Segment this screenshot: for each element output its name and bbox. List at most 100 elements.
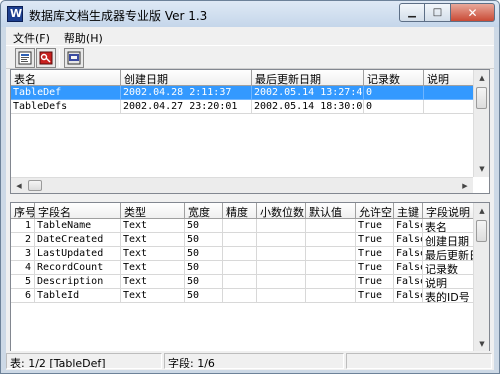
tables-header-created[interactable]: 创建日期	[121, 70, 252, 86]
tables-header-desc[interactable]: 说明	[424, 70, 476, 86]
field-row[interactable]: 2DateCreatedText50 TrueFalse创建日期	[11, 233, 476, 247]
tables-horizontal-scrollbar[interactable]: ◀ ▶	[11, 177, 473, 193]
menu-file[interactable]: 文件(F)	[6, 27, 57, 45]
status-field-info: 字段: 1/6	[164, 353, 344, 369]
scroll-up-icon[interactable]: ▲	[474, 203, 489, 219]
table-row[interactable]: TableDef 2002.04.28 2:11:37 2002.05.14 1…	[11, 86, 476, 100]
app-icon	[7, 6, 23, 22]
field-nullable-cell: True	[356, 261, 394, 275]
fields-header-name[interactable]: 字段名	[35, 203, 121, 219]
close-button[interactable]: ✕	[451, 3, 495, 22]
fields-vertical-scrollbar[interactable]: ▲ ▼	[473, 203, 489, 352]
scroll-up-icon[interactable]: ▲	[474, 70, 489, 86]
field-width-cell: 50	[185, 261, 223, 275]
fields-header-precision[interactable]: 精度	[223, 203, 257, 219]
field-row[interactable]: 4RecordCountText50 TrueFalse记录数	[11, 261, 476, 275]
field-name-cell: DateCreated	[35, 233, 121, 247]
tables-vertical-scrollbar[interactable]: ▲ ▼	[473, 70, 489, 177]
scroll-thumb[interactable]	[28, 180, 42, 191]
field-no-cell: 4	[11, 261, 35, 275]
table-name-cell: TableDefs	[11, 100, 121, 114]
field-no-cell: 5	[11, 275, 35, 289]
field-pk-cell: False	[394, 275, 423, 289]
generate-document-button[interactable]	[64, 48, 84, 68]
fields-header-width[interactable]: 宽度	[185, 203, 223, 219]
field-type-cell: Text	[121, 289, 185, 303]
tables-header-count[interactable]: 记录数	[364, 70, 424, 86]
fields-header-default[interactable]: 默认值	[306, 203, 356, 219]
scroll-thumb[interactable]	[476, 220, 487, 242]
fields-header-pk[interactable]: 主键	[394, 203, 423, 219]
table-created-cell: 2002.04.27 23:20:01	[121, 100, 252, 114]
fields-header-type[interactable]: 类型	[121, 203, 185, 219]
field-row[interactable]: 1TableNameText50 TrueFalse表名	[11, 219, 476, 233]
field-scale-cell	[257, 289, 306, 303]
fields-header-nullable[interactable]: 允许空	[356, 203, 394, 219]
table-updated-cell: 2002.05.14 18:30:03	[252, 100, 364, 114]
field-width-cell: 50	[185, 247, 223, 261]
field-desc-cell: 表的ID号	[423, 289, 476, 303]
field-width-cell: 50	[185, 219, 223, 233]
table-row[interactable]: TableDefs 2002.04.27 23:20:01 2002.05.14…	[11, 100, 476, 114]
minimize-button[interactable]: ▁	[399, 3, 425, 22]
table-desc-cell	[424, 86, 476, 100]
open-database-button[interactable]	[15, 48, 35, 68]
field-nullable-cell: True	[356, 233, 394, 247]
tables-header-name[interactable]: 表名	[11, 70, 121, 86]
field-width-cell: 50	[185, 233, 223, 247]
toolbar-separator	[59, 49, 60, 67]
scroll-down-icon[interactable]: ▼	[474, 336, 489, 352]
menu-help[interactable]: 帮助(H)	[57, 27, 110, 45]
field-row[interactable]: 6TableIdText50 TrueFalse表的ID号	[11, 289, 476, 303]
fields-header-scale[interactable]: 小数位数	[257, 203, 306, 219]
field-precision-cell	[223, 289, 257, 303]
field-nullable-cell: True	[356, 219, 394, 233]
field-name-cell: TableName	[35, 219, 121, 233]
field-name-cell: Description	[35, 275, 121, 289]
field-pk-cell: False	[394, 261, 423, 275]
table-count-cell: 0	[364, 100, 424, 114]
field-nullable-cell: True	[356, 289, 394, 303]
table-desc-cell	[424, 100, 476, 114]
tables-grid[interactable]: 表名 创建日期 最后更新日期 记录数 说明 TableDef 2002.04.2…	[10, 69, 490, 194]
field-desc-cell: 创建日期	[423, 233, 476, 247]
toolbar	[6, 45, 494, 69]
fields-header-no[interactable]: 序号	[11, 203, 35, 219]
key-button[interactable]	[36, 48, 56, 68]
field-no-cell: 2	[11, 233, 35, 247]
field-default-cell	[306, 247, 356, 261]
field-desc-cell: 记录数	[423, 261, 476, 275]
scroll-right-icon[interactable]: ▶	[457, 178, 473, 193]
maximize-button[interactable]: □	[425, 3, 451, 22]
field-width-cell: 50	[185, 275, 223, 289]
field-default-cell	[306, 289, 356, 303]
field-type-cell: Text	[121, 275, 185, 289]
status-extra	[346, 353, 492, 369]
table-updated-cell: 2002.05.14 13:27:42	[252, 86, 364, 100]
table-name-cell: TableDef	[11, 86, 121, 100]
scroll-left-icon[interactable]: ◀	[11, 178, 27, 193]
field-default-cell	[306, 219, 356, 233]
fields-grid[interactable]: 序号 字段名 类型 宽度 精度 小数位数 默认值 允许空 主键 字段说明 1 Ta…	[10, 202, 490, 369]
field-pk-cell: False	[394, 233, 423, 247]
generate-document-icon	[67, 51, 81, 65]
open-database-icon	[18, 51, 32, 65]
field-no-cell: 1	[11, 219, 35, 233]
field-precision-cell	[223, 275, 257, 289]
tables-header-updated[interactable]: 最后更新日期	[252, 70, 364, 86]
field-row[interactable]: 5DescriptionText50 TrueFalse说明	[11, 275, 476, 289]
field-precision-cell	[223, 233, 257, 247]
scroll-down-icon[interactable]: ▼	[474, 161, 489, 177]
window-title: 数据库文档生成器专业版 Ver 1.3	[29, 9, 208, 23]
field-scale-cell	[257, 233, 306, 247]
menu-bar: 文件(F) 帮助(H)	[6, 27, 494, 45]
title-bar[interactable]: 数据库文档生成器专业版 Ver 1.3 ▁ □ ✕	[1, 1, 499, 27]
app-window: 数据库文档生成器专业版 Ver 1.3 ▁ □ ✕ 文件(F) 帮助(H)	[0, 0, 500, 374]
field-name-cell: LastUpdated	[35, 247, 121, 261]
field-nullable-cell: True	[356, 275, 394, 289]
client-area: 文件(F) 帮助(H) 表名 创建日期 最后更新日期 记录数 说明 TableD…	[6, 27, 494, 370]
fields-header-desc[interactable]: 字段说明	[423, 203, 476, 219]
field-pk-cell: False	[394, 247, 423, 261]
scroll-thumb[interactable]	[476, 87, 487, 109]
field-row[interactable]: 3LastUpdatedText50 TrueFalse最后更新日	[11, 247, 476, 261]
